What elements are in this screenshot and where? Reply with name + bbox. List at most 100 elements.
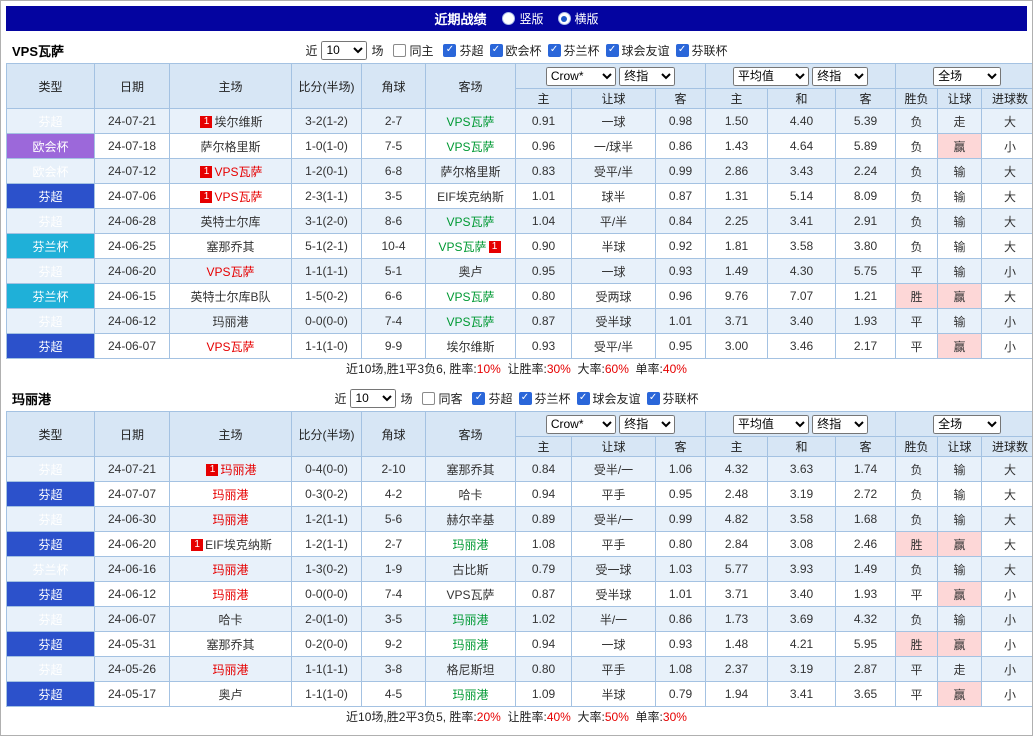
league-filter-checkbox[interactable]: 球会友谊	[605, 42, 670, 59]
date-cell: 24-06-07	[94, 333, 170, 359]
ah-handicap-cell: 半球	[571, 681, 656, 707]
date-cell: 24-07-07	[94, 481, 170, 507]
col-date: 日期	[94, 63, 170, 109]
league-filter-checkbox[interactable]: 芬兰杯	[518, 390, 571, 407]
ah-handicap-cell: 受半球	[571, 581, 656, 607]
score-cell: 1-2(0-1)	[291, 158, 362, 184]
summary-line: 近10场,胜1平3负6, 胜率:10% 让胜率:30% 大率:60% 单率:40…	[346, 362, 687, 376]
bookmaker-select[interactable]: Crow*	[545, 66, 616, 86]
match-row: 芬超 24-06-12 玛丽港 0-0(0-0) 7-4 VPS瓦萨 0.87 …	[6, 581, 1032, 607]
ah-home-odds-cell: 0.95	[515, 258, 572, 284]
result-overunder-cell: 小	[981, 258, 1032, 284]
match-row: 芬兰杯 24-06-25 塞那乔其 5-1(2-1) 10-4 VPS瓦萨 1 0…	[6, 233, 1032, 259]
filter-bar: 近 10 场 同主 芬超 欧会杯 芬兰杯 球会友谊 芬联杯	[305, 40, 728, 60]
league-filter-checkbox[interactable]: 芬兰杯	[547, 42, 600, 59]
result-overunder-cell: 小	[981, 581, 1032, 607]
eu-time-select[interactable]: 终指	[812, 414, 869, 434]
eu-draw-odds-cell: 3.43	[767, 158, 837, 184]
home-team-cell: 玛丽港	[169, 556, 292, 582]
eu-away-odds-cell: 1.74	[835, 456, 897, 482]
eu-source-select[interactable]: 平均值	[732, 66, 809, 86]
col-ah-handicap: 让球	[571, 436, 656, 457]
team-label: 塞那乔其	[446, 462, 495, 477]
league-filter-checkbox[interactable]: 芬超	[472, 390, 513, 407]
eu-away-odds-cell: 5.39	[835, 108, 897, 134]
eu-away-odds-cell: 1.93	[835, 308, 897, 334]
scope-select[interactable]: 全场	[933, 66, 1002, 86]
radio-icon	[502, 12, 516, 25]
ah-away-odds-cell: 1.01	[654, 581, 707, 607]
match-count-select[interactable]: 10	[350, 388, 397, 408]
away-team-cell: VPS瓦萨	[425, 308, 516, 334]
result-wdl-cell: 负	[895, 108, 939, 134]
result-handicap-cell: 输	[937, 308, 983, 334]
layout-radio[interactable]: 竖版	[502, 10, 544, 27]
team-label: VPS瓦萨	[214, 164, 263, 179]
eu-home-odds-cell: 3.71	[705, 308, 769, 334]
match-count-select[interactable]: 10	[321, 40, 368, 60]
col-result-handicap: 让球	[937, 88, 983, 109]
ah-time-select[interactable]: 终指	[619, 414, 676, 434]
ah-away-odds-cell: 0.84	[654, 208, 707, 234]
league-cell: 芬超	[6, 506, 95, 532]
checkbox-icon	[605, 43, 619, 57]
league-filter-checkbox[interactable]: 欧会杯	[489, 42, 542, 59]
home-team-cell: 1 埃尔维斯	[169, 108, 292, 134]
league-cell: 芬超	[6, 258, 95, 284]
result-scope-group-header: 全场	[895, 63, 1032, 89]
home-team-cell: 哈卡	[169, 606, 292, 632]
date-cell: 24-06-12	[94, 581, 170, 607]
team-label: EIF埃克纳斯	[205, 537, 272, 552]
same-venue-checkbox[interactable]: 同主	[393, 42, 433, 59]
eu-home-odds-cell: 1.50	[705, 108, 769, 134]
score-cell: 0-2(0-0)	[291, 631, 362, 657]
away-team-cell: VPS瓦萨	[425, 133, 516, 159]
ah-away-odds-cell: 0.96	[654, 283, 707, 309]
league-filter-checkbox[interactable]: 芬联杯	[675, 42, 728, 59]
checkbox-icon	[646, 391, 660, 405]
ah-away-odds-cell: 1.03	[654, 556, 707, 582]
ah-time-select[interactable]: 终指	[619, 66, 676, 86]
same-venue-checkbox[interactable]: 同客	[422, 390, 462, 407]
eu-away-odds-cell: 2.91	[835, 208, 897, 234]
col-result-overunder: 进球数	[981, 88, 1032, 109]
corners-cell: 2-7	[361, 108, 426, 134]
league-filter-checkbox[interactable]: 芬联杯	[646, 390, 699, 407]
league-filter-checkbox[interactable]: 球会友谊	[576, 390, 641, 407]
eu-source-select[interactable]: 平均值	[732, 414, 809, 434]
away-team-cell: 埃尔维斯	[425, 333, 516, 359]
results-table: 类型 日期 主场 比分(半场) 角球 客场 Crow* 终指 平均值 终指 全场…	[6, 63, 1032, 359]
match-row: 芬超 24-06-30 玛丽港 1-2(1-1) 5-6 赫尔辛基 0.89 受…	[6, 506, 1032, 532]
score-cell: 2-3(1-1)	[291, 183, 362, 209]
league-cell: 芬超	[6, 308, 95, 334]
eu-home-odds-cell: 2.84	[705, 531, 769, 557]
team-label: 哈卡	[218, 612, 243, 627]
near-label: 近	[305, 43, 318, 58]
date-cell: 24-06-16	[94, 556, 170, 582]
radio-icon	[557, 12, 571, 25]
ah-home-odds-cell: 1.02	[515, 606, 572, 632]
eu-away-odds-cell: 5.75	[835, 258, 897, 284]
scope-select[interactable]: 全场	[933, 414, 1002, 434]
team-label: VPS瓦萨	[206, 264, 255, 279]
corners-cell: 5-1	[361, 258, 426, 284]
col-eu-draw: 和	[767, 436, 837, 457]
eu-away-odds-cell: 1.68	[835, 506, 897, 532]
checkbox-icon	[489, 43, 503, 57]
bookmaker-select[interactable]: Crow*	[545, 414, 616, 434]
result-overunder-cell: 小	[981, 656, 1032, 682]
score-cell: 0-3(0-2)	[291, 481, 362, 507]
layout-radio[interactable]: 横版	[557, 10, 599, 27]
ah-away-odds-cell: 0.93	[654, 631, 707, 657]
match-row: 芬超 24-06-12 玛丽港 0-0(0-0) 7-4 VPS瓦萨 0.87 …	[6, 308, 1032, 334]
ah-home-odds-cell: 0.90	[515, 233, 572, 259]
ah-away-odds-cell: 1.08	[654, 656, 707, 682]
match-row: 芬超 24-06-07 VPS瓦萨 1-1(1-0) 9-9 埃尔维斯 0.93…	[6, 333, 1032, 359]
league-filter-checkbox[interactable]: 芬超	[443, 42, 484, 59]
result-handicap-cell: 输	[937, 158, 983, 184]
eu-time-select[interactable]: 终指	[812, 66, 869, 86]
team-label: 埃尔维斯	[214, 114, 263, 129]
eu-draw-odds-cell: 4.21	[767, 631, 837, 657]
match-row: 芬超 24-06-07 哈卡 2-0(1-0) 3-5 玛丽港 1.02 半/一…	[6, 606, 1032, 632]
date-cell: 24-07-21	[94, 108, 170, 134]
